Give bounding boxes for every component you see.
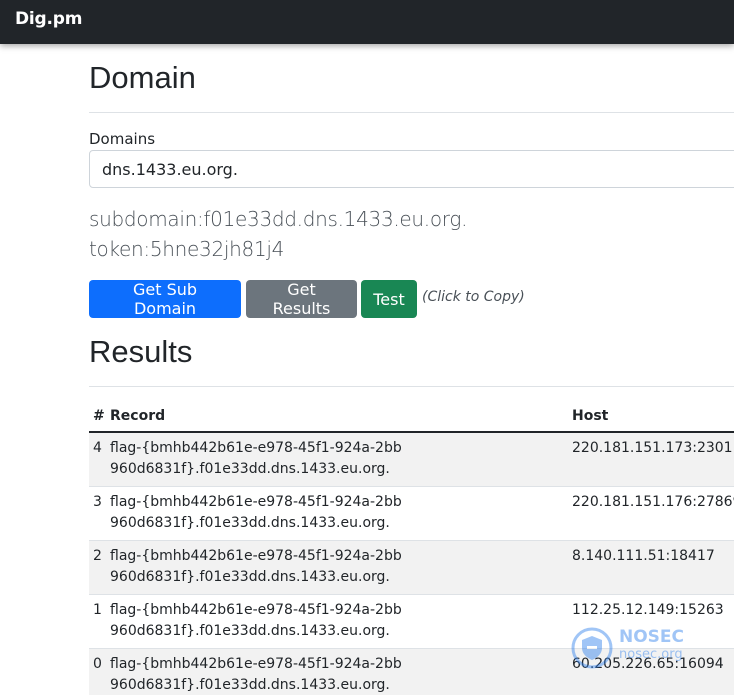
row-host: 220.181.151.176:27869 <box>572 486 734 541</box>
domain-heading: Domain <box>89 60 196 95</box>
row-record: flag-{bmhb442b61e-e978-45f1-924a-2bb960d… <box>109 432 572 487</box>
token-text: token:5hne32jh81j4 <box>89 237 285 261</box>
row-num: 2 <box>89 540 109 595</box>
table-header-row: # Record Host <box>89 401 734 433</box>
row-record: flag-{bmhb442b61e-e978-45f1-924a-2bb960d… <box>109 540 572 595</box>
record-text: flag-{bmhb442b61e-e978-45f1-924a-2bb960d… <box>110 440 402 477</box>
results-table: # Record Host 4 flag-{bmhb442b61e-e978-4… <box>89 401 734 695</box>
row-num: 4 <box>89 432 109 487</box>
row-host: 220.181.151.173:2301 <box>572 432 734 487</box>
row-host: 112.25.12.149:15263 <box>572 594 734 649</box>
row-record: flag-{bmhb442b61e-e978-45f1-924a-2bb960d… <box>109 486 572 541</box>
row-host: 60.205.226.65:16094 <box>572 648 734 695</box>
row-num: 3 <box>89 486 109 541</box>
row-record: flag-{bmhb442b61e-e978-45f1-924a-2bb960d… <box>109 648 572 695</box>
domains-input[interactable] <box>89 150 734 188</box>
divider <box>89 112 734 113</box>
divider <box>89 386 734 387</box>
column-header-num: # <box>89 401 109 433</box>
brand-link[interactable]: Dig.pm <box>15 9 82 29</box>
row-record: flag-{bmhb442b61e-e978-45f1-924a-2bb960d… <box>109 594 572 649</box>
table-row: 0 flag-{bmhb442b61e-e978-45f1-924a-2bb96… <box>89 648 734 695</box>
navbar: Dig.pm <box>0 0 734 44</box>
record-text: flag-{bmhb442b61e-e978-45f1-924a-2bb960d… <box>110 656 402 693</box>
table-row: 3 flag-{bmhb442b61e-e978-45f1-924a-2bb96… <box>89 486 734 541</box>
table-row: 1 flag-{bmhb442b61e-e978-45f1-924a-2bb96… <box>89 594 734 649</box>
copy-hint: (Click to Copy) <box>422 289 525 305</box>
column-header-host: Host <box>572 401 734 433</box>
column-header-record: Record <box>109 401 572 433</box>
get-sub-domain-button[interactable]: Get Sub Domain <box>89 280 241 318</box>
row-num: 1 <box>89 594 109 649</box>
row-num: 0 <box>89 648 109 695</box>
domains-label: Domains <box>89 130 156 148</box>
record-text: flag-{bmhb442b61e-e978-45f1-924a-2bb960d… <box>110 548 402 585</box>
table-row: 4 flag-{bmhb442b61e-e978-45f1-924a-2bb96… <box>89 432 734 487</box>
record-text: flag-{bmhb442b61e-e978-45f1-924a-2bb960d… <box>110 602 402 639</box>
record-text: flag-{bmhb442b61e-e978-45f1-924a-2bb960d… <box>110 494 402 531</box>
table-row: 2 flag-{bmhb442b61e-e978-45f1-924a-2bb96… <box>89 540 734 595</box>
test-button[interactable]: Test <box>361 280 417 318</box>
get-results-button[interactable]: Get Results <box>246 280 357 318</box>
results-heading: Results <box>89 334 193 369</box>
subdomain-text: subdomain:f01e33dd.dns.1433.eu.org. <box>89 207 468 231</box>
row-host: 8.140.111.51:18417 <box>572 540 734 595</box>
